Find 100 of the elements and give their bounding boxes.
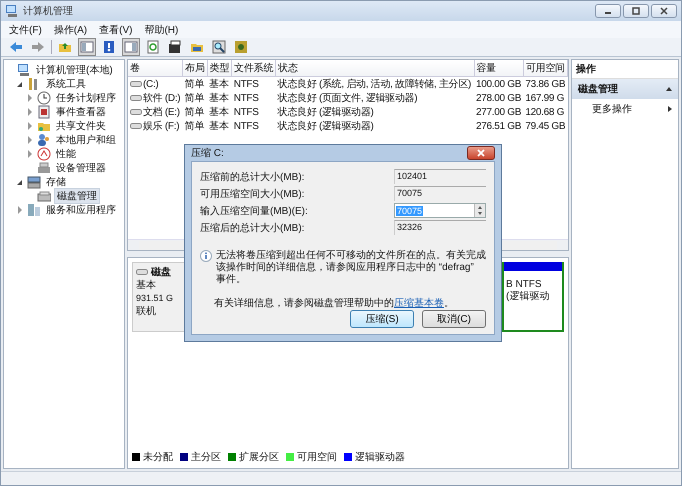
disk-type: 基本 (136, 279, 156, 292)
column-header[interactable]: 容量 (474, 60, 524, 76)
tree-item[interactable]: 设备管理器 (54, 161, 108, 175)
folder-up-icon (58, 40, 72, 54)
toolbar-button[interactable] (78, 38, 96, 56)
tree-item[interactable]: 计算机管理(本地) (34, 63, 115, 77)
forward-icon (31, 40, 45, 54)
tree-item[interactable]: 服务和应用程序 (44, 203, 118, 217)
drive-icon (130, 108, 142, 116)
tree-item[interactable]: 系统工具 (44, 77, 88, 91)
dialog-title: 压缩 C: (191, 146, 224, 160)
collapsed-arrow-icon[interactable] (28, 150, 32, 158)
table-cell: 基本 (209, 121, 229, 132)
toolbar-button[interactable] (232, 38, 250, 56)
close-button[interactable] (467, 146, 495, 160)
dialog-button[interactable]: 压缩(S) (350, 310, 414, 328)
minimize-button[interactable] (595, 4, 621, 18)
disk-icon (37, 189, 51, 203)
close-icon (477, 149, 485, 157)
column-header[interactable]: 类型 (207, 60, 232, 76)
tree-item[interactable]: 本地用户和组 (54, 133, 118, 147)
table-cell: 276.51 GB (476, 120, 522, 132)
table-cell: 基本 (209, 93, 229, 104)
collapsed-arrow-icon[interactable] (18, 206, 22, 214)
help-link[interactable]: 压缩基本卷 (394, 298, 444, 309)
refresh-icon (146, 40, 160, 54)
section-header[interactable]: 磁盘管理 (572, 79, 678, 99)
legend-label: 可用空间 (297, 450, 337, 464)
collapsed-arrow-icon[interactable] (28, 122, 32, 130)
table-cell: 277.00 GB (476, 106, 522, 118)
menu-item[interactable]: 文件(F) (9, 22, 42, 36)
menu-item[interactable]: 查看(V) (99, 22, 132, 36)
readonly-field: 70075 (394, 186, 486, 201)
readonly-field: 102401 (394, 169, 486, 184)
close-icon (660, 7, 668, 15)
table-cell: (C:) (143, 78, 158, 90)
table-cell: 娱乐 (F:) (143, 121, 180, 132)
tree-item[interactable]: 事件查看器 (54, 105, 108, 119)
tree-item[interactable]: 性能 (54, 147, 78, 161)
table-cell: 278.00 GB (476, 92, 522, 104)
partition-text: B NTFS (505, 279, 543, 290)
table-cell: 79.45 GB (525, 120, 566, 132)
collapsed-arrow-icon[interactable] (28, 94, 32, 102)
column-header[interactable]: 卷 (128, 60, 183, 76)
maximize-icon (632, 7, 640, 15)
dialog-button[interactable]: 取消(C) (422, 310, 486, 328)
table-cell: 状态良好 (逻辑驱动器) (278, 107, 374, 118)
expanded-arrow-icon[interactable] (17, 82, 22, 86)
toolbar-button[interactable] (210, 38, 228, 56)
tree-item[interactable]: 任务计划程序 (54, 91, 118, 105)
partition-text: (逻辑驱动 (505, 291, 550, 303)
info-message: 无法将卷压缩到超出任何不可移动的文件所在的点。有关完成该操作时间的详细信息，请参阅应用程序日志中的 “defrag” 事件。 (216, 250, 486, 286)
field-label: 可用压缩空间大小(MB): (200, 188, 304, 200)
tree-item[interactable]: 磁盘管理 (54, 188, 100, 204)
table-cell: 简单 (184, 107, 204, 118)
table-cell: 73.86 GB (525, 78, 566, 90)
table-cell: NTFS (234, 78, 259, 90)
panel-icon (124, 40, 138, 54)
help-text: 有关详细信息，请参阅磁盘管理帮助中的压缩基本卷。 (213, 296, 455, 310)
window-title: 计算机管理 (23, 4, 74, 18)
maximize-button[interactable] (623, 4, 649, 18)
collapsed-arrow-icon[interactable] (28, 136, 32, 144)
column-header[interactable]: 状态 (276, 60, 474, 76)
table-cell: NTFS (234, 106, 259, 118)
field-label: 压缩后的总计大小(MB): (200, 222, 304, 234)
drive-icon (136, 268, 148, 276)
table-cell: 167.99 G (525, 92, 564, 104)
users-icon (37, 133, 51, 147)
tree-item[interactable]: 共享文件夹 (54, 119, 108, 133)
drive-icon (130, 80, 142, 88)
legend-label: 扩展分区 (239, 450, 279, 464)
submenu-arrow-icon (668, 106, 672, 112)
partition-header-bar (504, 262, 562, 271)
expanded-arrow-icon[interactable] (17, 180, 22, 184)
legend-label: 未分配 (143, 450, 173, 464)
clock-icon (37, 91, 51, 105)
collapse-arrow-icon[interactable] (666, 87, 672, 91)
table-cell: 软件 (D:) (143, 93, 180, 104)
disk-size: 931.51 G (136, 292, 174, 305)
column-header[interactable]: 布局 (182, 60, 208, 76)
readonly-field: 32326 (394, 220, 486, 235)
table-cell: 状态良好 (系统, 启动, 活动, 故障转储, 主分区) (278, 79, 471, 90)
tree-item[interactable]: 存储 (44, 175, 68, 189)
computer-icon (17, 63, 31, 77)
menu-item[interactable]: 操作(A) (54, 22, 88, 36)
performance-icon (37, 147, 51, 161)
field-label: 压缩前的总计大小(MB): (200, 170, 304, 184)
column-header[interactable]: 可用空间 (523, 60, 568, 76)
collapsed-arrow-icon[interactable] (28, 108, 32, 116)
menu-item[interactable]: 帮助(H) (144, 22, 178, 36)
device-icon (37, 161, 51, 175)
table-cell: 文档 (E:) (143, 107, 180, 118)
table-cell: NTFS (234, 92, 259, 104)
spin-button[interactable] (474, 204, 485, 217)
table-cell: 120.68 G (525, 106, 564, 118)
close-button[interactable] (651, 4, 677, 18)
toolbar-button[interactable] (122, 38, 140, 56)
table-cell: 状态良好 (逻辑驱动器) (278, 121, 374, 132)
column-header[interactable]: 文件系统 (232, 60, 276, 76)
action-item[interactable]: 更多操作 (572, 99, 678, 119)
